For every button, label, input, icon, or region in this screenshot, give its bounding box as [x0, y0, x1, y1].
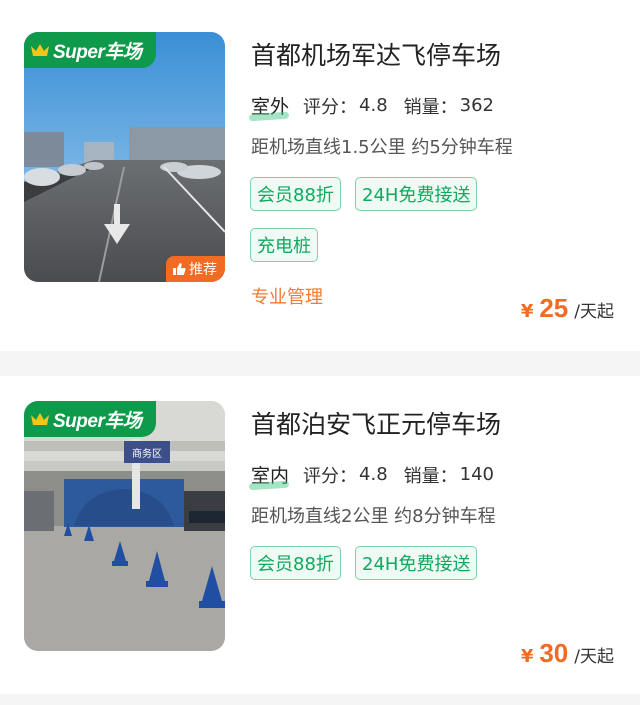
listing-meta: 室内 评分： 4.8 销量： 140 — [251, 461, 494, 488]
sales-label: 销量： — [403, 465, 458, 487]
indoor-garage-image: 商务区 — [24, 401, 225, 651]
feature-text: 专业管理 — [251, 287, 323, 308]
distance-info: 距机场直线1.5公里 约5分钟车程 — [251, 137, 513, 158]
crown-icon — [31, 44, 49, 56]
sales-label: 销量： — [403, 96, 458, 118]
recommend-label: 推荐 — [189, 262, 217, 278]
price: ¥ 30 /天起 — [521, 638, 614, 669]
thumbs-up-icon — [173, 263, 186, 275]
price-unit: /天起 — [574, 302, 614, 322]
rating-label: 评分： — [303, 96, 358, 118]
location-type: 室外 — [251, 92, 289, 119]
listing-meta: 室外 评分： 4.8 销量： 362 — [251, 92, 494, 119]
price-value: 30 — [539, 638, 569, 668]
tag-free-shuttle: 24H免费接送 — [355, 177, 478, 211]
crown-icon — [31, 413, 49, 425]
parking-lot-photo[interactable]: Super车场 推荐 — [24, 32, 225, 282]
sales-value: 362 — [459, 95, 495, 116]
recommend-tag: 推荐 — [166, 256, 225, 282]
currency-symbol: ¥ — [520, 301, 534, 322]
super-lot-badge: Super车场 — [24, 401, 156, 437]
price: ¥ 25 /天起 — [521, 293, 614, 324]
distance-info: 距机场直线2公里 约8分钟车程 — [251, 506, 496, 527]
zone-sign: 商务区 — [132, 447, 162, 460]
sales-value: 140 — [459, 464, 495, 485]
price-unit: /天起 — [574, 647, 614, 667]
super-badge-label: Super车场 — [53, 410, 142, 432]
outdoor-parking-image — [24, 32, 225, 282]
rating-value: 4.8 — [359, 95, 388, 116]
tag-free-shuttle: 24H免费接送 — [355, 546, 478, 580]
tag-member-discount: 会员88折 — [250, 546, 341, 580]
listing-title[interactable]: 首都机场军达飞停车场 — [251, 36, 501, 72]
parking-listing-card[interactable]: Super车场 推荐 首都机场军达飞停车场 室外 评分： 4.8 销量： 362… — [0, 0, 640, 351]
currency-symbol: ¥ — [520, 646, 534, 667]
super-badge-label: Super车场 — [53, 41, 142, 63]
garage-photo[interactable]: 商务区 Super车场 — [24, 401, 225, 651]
parking-listing-card[interactable]: 商务区 Super车场 首都泊安飞正元停车场 室内 评分： 4.8 销量： 14… — [0, 376, 640, 694]
location-type: 室内 — [251, 461, 289, 488]
listing-title[interactable]: 首都泊安飞正元停车场 — [251, 405, 501, 441]
rating-label: 评分： — [303, 465, 358, 487]
tag-member-discount: 会员88折 — [250, 177, 341, 211]
price-value: 25 — [539, 293, 569, 323]
rating-value: 4.8 — [359, 464, 388, 485]
super-lot-badge: Super车场 — [24, 32, 156, 68]
tag-charging-pile: 充电桩 — [250, 228, 318, 262]
